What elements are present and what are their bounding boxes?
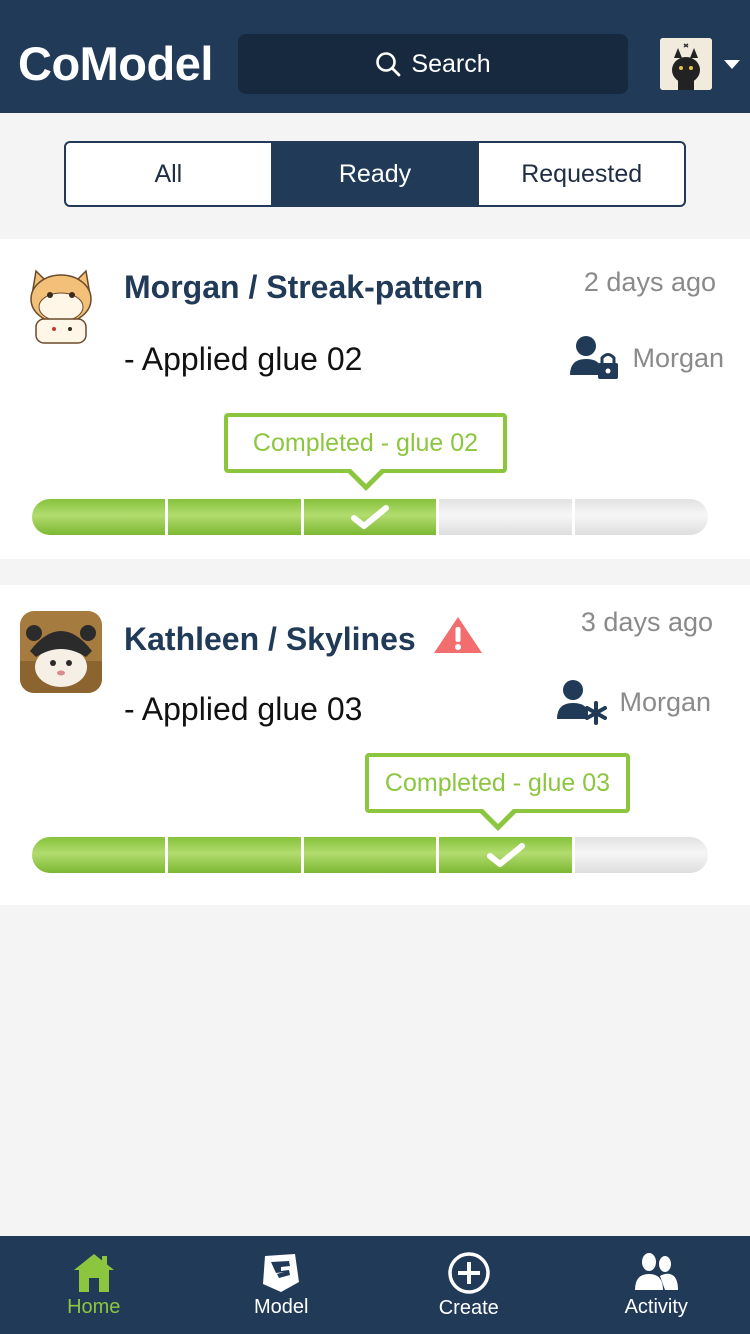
owner-name: Morgan (632, 342, 724, 373)
progress-step (32, 499, 165, 535)
avatar (20, 611, 102, 693)
nav-activity[interactable]: Activity (563, 1236, 750, 1334)
nav-create-label: Create (438, 1296, 499, 1319)
bottom-nav: Home Model Create Activity (0, 1236, 750, 1334)
model-icon (263, 1253, 300, 1292)
app-title: CoModel (18, 37, 213, 90)
filter-ready[interactable]: Ready (270, 143, 478, 205)
search-button[interactable]: Search (238, 34, 628, 94)
progress-step (300, 499, 437, 535)
filter-requested[interactable]: Requested (477, 143, 684, 205)
card-title-text: Morgan / Streak-pattern (124, 269, 484, 305)
search-label: Search (411, 49, 491, 78)
avatar (660, 38, 712, 90)
card-step: - Applied glue 02 (124, 341, 363, 377)
card-timestamp: 3 days ago (580, 607, 713, 637)
progress-step (436, 837, 573, 873)
progress-tooltip: Completed - glue 02 (224, 413, 507, 491)
filter-segmented-control: All Ready Requested (64, 141, 686, 207)
card-owner: Morgan (568, 335, 724, 381)
model-card[interactable]: Kathleen / Skylines 3 days ago - Applied… (0, 585, 750, 905)
progress-step (436, 499, 573, 535)
card-timestamp: 2 days ago (583, 267, 716, 297)
filter-all[interactable]: All (66, 143, 271, 205)
home-icon (73, 1253, 114, 1292)
nav-home[interactable]: Home (0, 1236, 188, 1334)
search-icon (376, 52, 401, 77)
avatar (20, 265, 102, 347)
filter-bar: All Ready Requested (0, 113, 750, 239)
nav-create[interactable]: Create (375, 1236, 563, 1334)
check-icon (486, 843, 525, 867)
progress-step (32, 837, 165, 873)
card-title[interactable]: Morgan / Streak-pattern (124, 269, 483, 306)
card-owner: Morgan (555, 679, 711, 725)
model-card[interactable]: Morgan / Streak-pattern 2 days ago - App… (0, 239, 750, 559)
warning-icon (432, 615, 484, 663)
nav-home-label: Home (67, 1295, 121, 1318)
plus-circle-icon (448, 1251, 490, 1294)
progress-step (164, 499, 301, 535)
card-step: - Applied glue 03 (124, 691, 363, 727)
progress-bar[interactable] (32, 837, 708, 873)
check-icon (350, 505, 389, 529)
progress-tooltip: Completed - glue 03 (365, 753, 630, 831)
chevron-down-icon (724, 59, 740, 69)
nav-model[interactable]: Model (188, 1236, 376, 1334)
top-bar: CoModel Search (0, 0, 750, 113)
progress-step (300, 837, 437, 873)
progress-step (572, 837, 708, 873)
profile-menu[interactable] (660, 38, 740, 90)
user-asterisk-icon (557, 680, 608, 725)
users-icon (635, 1252, 679, 1290)
user-lock-icon (570, 336, 619, 379)
progress-bar[interactable] (32, 499, 708, 535)
card-title-text: Kathleen / Skylines (124, 620, 416, 657)
card-title[interactable]: Kathleen / Skylines (124, 615, 484, 663)
nav-model-label: Model (254, 1295, 309, 1318)
nav-activity-label: Activity (624, 1295, 688, 1318)
progress-step (572, 499, 708, 535)
progress-step (164, 837, 301, 873)
owner-name: Morgan (619, 686, 711, 717)
